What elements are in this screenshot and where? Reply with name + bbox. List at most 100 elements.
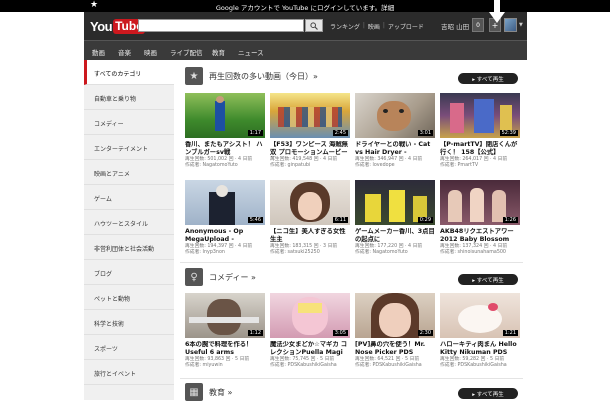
header-links: ランキング | 映画 | アップロード — [330, 22, 424, 31]
video-title[interactable]: 【ニコ生】美人すぎる女性生主 — [270, 228, 350, 244]
sidebar-item-nonprofit[interactable]: 非営利団体と社会活動 — [84, 235, 174, 260]
video-author[interactable]: 作成者: NagatomoYuto — [355, 250, 435, 256]
section-divider — [180, 378, 523, 379]
chevron-down-icon[interactable]: ▼ — [519, 22, 523, 28]
username[interactable]: 吉昭 山田 — [441, 21, 469, 31]
sidebar-item-howto[interactable]: ハウツーとスタイル — [84, 210, 174, 235]
category-nav: 動画 音楽 映画 ライブ配信 教育 ニュース — [84, 40, 527, 60]
video-title[interactable]: 6本の腕で料理を作る！ Useful 6 arms — [185, 341, 265, 357]
video-title[interactable]: ゲームメーカー香川、3点目の起点に — [355, 228, 435, 244]
sidebar-item-all[interactable]: すべてのカテゴリ — [84, 60, 174, 85]
section-title[interactable]: コメディー » — [209, 272, 256, 283]
video-author[interactable]: 作成者: shinoisunahama500 — [440, 250, 520, 256]
video-card[interactable]: 1:21 ハローキティ肉まん Hello Kitty Nikuman PDS 再… — [440, 293, 520, 369]
video-title[interactable]: [PV]鼻の穴を使う！Mr. Nose Picker PDS — [355, 341, 435, 357]
video-card[interactable]: 2:45 【F53】ワンピース 海賊無双 プロモーションムービー第二 再生回数:… — [270, 93, 350, 169]
video-author[interactable]: 作成者: PmartTV — [440, 163, 520, 169]
video-card[interactable]: 1:12 6本の腕で料理を作る！ Useful 6 arms 再生回数: 93,… — [185, 293, 265, 369]
link-upload[interactable]: アップロード — [388, 22, 424, 31]
video-thumbnail[interactable]: 3:01 — [355, 93, 435, 138]
divider: | — [382, 22, 385, 29]
video-card[interactable]: 52:39 【P-martTV】閉店くんが行く！ 158【公式】 再生回数: 2… — [440, 93, 520, 169]
video-author[interactable]: 作成者: lovedope — [355, 163, 435, 169]
video-author[interactable]: 作成者: satsuki25250 — [270, 250, 350, 256]
video-title[interactable]: 【P-martTV】閉店くんが行く！ 158【公式】 — [440, 141, 520, 157]
search-input[interactable] — [138, 19, 304, 32]
duration-badge: 1:17 — [247, 130, 263, 136]
video-thumbnail[interactable]: 2:30 — [355, 293, 435, 338]
video-author[interactable]: 作成者: PDSKabushikiGaisha — [270, 363, 350, 369]
duration-badge: 3:05 — [332, 330, 348, 336]
section-header: ★ 再生回数の多い動画（今日）» — [185, 67, 318, 85]
sidebar-item-travel[interactable]: 旅行とイベント — [84, 360, 174, 385]
duration-badge: 5:46 — [247, 217, 263, 223]
video-author[interactable]: 作成者: miyuwin — [185, 363, 265, 369]
video-card[interactable]: 0:29 ゲームメーカー香川、3点目の起点に 再生回数: 177,220 回 ·… — [355, 180, 435, 256]
sidebar-item-blog[interactable]: ブログ — [84, 260, 174, 285]
video-title[interactable]: ハローキティ肉まん Hello Kitty Nikuman PDS — [440, 341, 520, 357]
video-author[interactable]: 作成者: ginpatubi — [270, 163, 350, 169]
video-thumbnail[interactable]: 1:21 — [440, 293, 520, 338]
video-title[interactable]: Anonymous - Op MegaUpload - Réponse à — [185, 228, 265, 244]
video-author[interactable]: 作成者: Inyp3non — [185, 250, 265, 256]
video-card[interactable]: 3:01 ドライヤーとの戦い - Cat vs Hair Dryer - 再生回… — [355, 93, 435, 169]
video-author[interactable]: 作成者: PDSKabushikiGaisha — [355, 363, 435, 369]
video-thumbnail[interactable]: 52:39 — [440, 93, 520, 138]
video-card[interactable]: 3:05 魔法少女まどか☆マギカ コレクションPuella Magi Madok… — [270, 293, 350, 369]
sidebar-item-pets[interactable]: ペットと動物 — [84, 285, 174, 310]
video-author[interactable]: 作成者: NagatomoYuto — [185, 163, 265, 169]
video-thumbnail[interactable]: 3:05 — [270, 293, 350, 338]
masthead: You Tube ランキング | 映画 | アップロード 吉昭 山田 0 + ▼ — [84, 12, 527, 40]
video-thumbnail[interactable]: 5:46 — [185, 180, 265, 225]
tab-education[interactable]: 教育 — [212, 47, 225, 57]
video-title[interactable]: AKB48リクエストアワー2012 Baby Blossom — [440, 228, 520, 244]
sidebar-item-film[interactable]: 映画とアニメ — [84, 160, 174, 185]
duration-badge: 2:30 — [417, 330, 433, 336]
play-all-button[interactable]: ▸ すべて再生 — [458, 388, 518, 399]
video-card[interactable]: 5:46 Anonymous - Op MegaUpload - Réponse… — [185, 180, 265, 256]
play-all-button[interactable]: ▸ すべて再生 — [458, 274, 518, 285]
duration-badge: 3:01 — [417, 130, 433, 136]
pointer-arrow-icon — [489, 0, 505, 23]
video-thumbnail[interactable]: 1:26 — [440, 180, 520, 225]
tab-music[interactable]: 音楽 — [118, 47, 131, 57]
link-ranking[interactable]: ランキング — [330, 22, 360, 31]
video-author[interactable]: 作成者: PDSKabushikiGaisha — [440, 363, 520, 369]
search-icon — [310, 21, 318, 30]
video-thumbnail[interactable]: 1:12 — [185, 293, 265, 338]
youtube-logo[interactable]: You Tube — [90, 18, 145, 34]
video-thumbnail[interactable]: 2:45 — [270, 93, 350, 138]
video-title[interactable]: ドライヤーとの戦い - Cat vs Hair Dryer - — [355, 141, 435, 157]
video-thumbnail[interactable]: 1:17 — [185, 93, 265, 138]
sidebar-item-gaming[interactable]: ゲーム — [84, 185, 174, 210]
category-sidebar: すべてのカテゴリ 自動車と乗り物 コメディー エンターテイメント 映画とアニメ … — [84, 60, 174, 400]
notification-count[interactable]: 0 — [472, 18, 484, 32]
login-notice[interactable]: Google アカウントで YouTube にログインしています。詳細 — [160, 2, 450, 12]
video-thumbnail[interactable]: 0:29 — [355, 180, 435, 225]
tab-movies[interactable]: 映画 — [144, 47, 157, 57]
tab-live[interactable]: ライブ配信 — [170, 47, 203, 57]
video-card[interactable]: 6:11 【ニコ生】美人すぎる女性生主 再生回数: 183,315 回 · 3 … — [270, 180, 350, 256]
sidebar-item-comedy[interactable]: コメディー — [84, 110, 174, 135]
video-card[interactable]: 1:17 香川、またもアシスト！ ハンブルガーsv戦 再生回数: 501,002… — [185, 93, 265, 169]
video-title[interactable]: 魔法少女まどか☆マギカ コレクションPuella Magi Madoka — [270, 341, 350, 357]
link-movies[interactable]: 映画 — [368, 22, 380, 31]
divider: | — [362, 22, 365, 29]
play-all-button[interactable]: ▸ すべて再生 — [458, 73, 518, 84]
video-title[interactable]: 【F53】ワンピース 海賊無双 プロモーションムービー第二 — [270, 141, 350, 157]
google-login-bar: ★ Google アカウントで YouTube にログインしています。詳細 — [0, 0, 610, 12]
video-card[interactable]: 1:26 AKB48リクエストアワー2012 Baby Blossom 再生回数… — [440, 180, 520, 256]
sidebar-item-entertainment[interactable]: エンターテイメント — [84, 135, 174, 160]
section-title[interactable]: 教育 » — [209, 387, 232, 398]
sidebar-item-autos[interactable]: 自動車と乗り物 — [84, 85, 174, 110]
sidebar-item-science[interactable]: 科学と技術 — [84, 310, 174, 335]
video-card[interactable]: 2:30 [PV]鼻の穴を使う！Mr. Nose Picker PDS 再生回数… — [355, 293, 435, 369]
section-title[interactable]: 再生回数の多い動画（今日）» — [209, 71, 318, 82]
tab-news[interactable]: ニュース — [238, 47, 264, 57]
video-title[interactable]: 香川、またもアシスト！ ハンブルガーsv戦 — [185, 141, 265, 157]
video-thumbnail[interactable]: 6:11 — [270, 180, 350, 225]
search-button[interactable] — [305, 19, 323, 32]
comedy-icon: ♀ — [185, 268, 203, 286]
sidebar-item-sports[interactable]: スポーツ — [84, 335, 174, 360]
tab-video[interactable]: 動画 — [92, 47, 105, 57]
